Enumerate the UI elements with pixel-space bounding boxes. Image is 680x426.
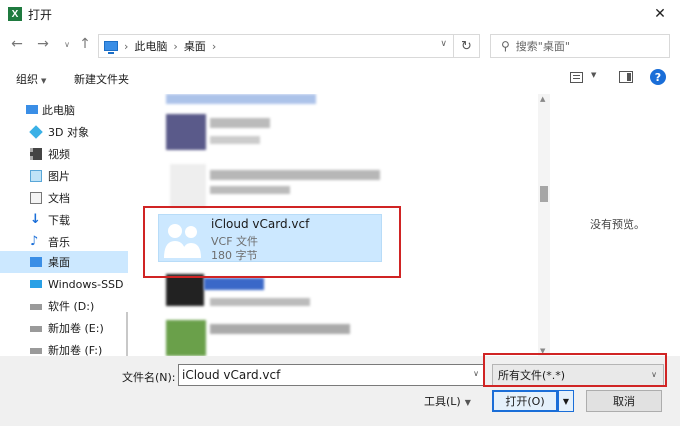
preview-pane: 没有预览。 (550, 94, 680, 356)
sidebar-item-desktop[interactable]: 桌面 (0, 251, 128, 273)
preview-pane-icon[interactable] (619, 71, 633, 83)
sidebar-item-label: 下载 (48, 214, 70, 227)
sidebar-item-pictures[interactable]: 图片 (0, 165, 128, 187)
navigation-pane: 此电脑 3D 对象 视频 图片 文档 ↓ 下载 ♪ 音乐 桌面 Windows-… (0, 94, 128, 356)
picture-icon (30, 170, 42, 182)
file-list-scrollbar[interactable]: ▲ ▼ (538, 94, 550, 356)
chevron-right-icon[interactable]: › (212, 40, 216, 53)
drive-icon (30, 304, 42, 310)
sidebar-item-this-pc[interactable]: 此电脑 (0, 99, 128, 121)
video-icon (30, 148, 42, 160)
blurred-file-item (170, 164, 206, 208)
new-folder-button[interactable]: 新建文件夹 (74, 71, 129, 87)
sidebar-item-label: 新加卷 (E:) (48, 322, 104, 335)
sidebar-item-label: Windows-SSD ( (48, 277, 128, 291)
highlight-box-file (143, 206, 401, 278)
search-icon: ⚲ (501, 39, 510, 53)
cancel-button[interactable]: 取消 (586, 390, 662, 412)
close-icon: ✕ (654, 6, 666, 22)
close-button[interactable]: ✕ (640, 0, 680, 28)
caret-down-icon: ▼ (464, 398, 471, 407)
sidebar-item-label: 此电脑 (42, 104, 75, 117)
open-options-button[interactable]: ▼ (558, 390, 574, 412)
music-icon: ♪ (30, 234, 39, 249)
sidebar-item-3d-objects[interactable]: 3D 对象 (0, 121, 128, 143)
blurred-file-item (166, 114, 206, 150)
drive-icon (30, 280, 42, 288)
drive-icon (30, 326, 42, 332)
title-bar: X 打开 ✕ (0, 0, 680, 28)
blurred-file-item (210, 324, 350, 334)
sidebar-item-documents[interactable]: 文档 (0, 187, 128, 209)
open-button[interactable]: 打开(O) (492, 390, 558, 412)
sidebar-item-label: 视频 (48, 148, 70, 161)
blurred-file-item (166, 274, 204, 306)
up-arrow-icon[interactable]: ↑ (76, 36, 94, 52)
filename-label: 文件名(N): (122, 371, 176, 384)
address-row: ← → ∨ ↑ › 此电脑 › 桌面 › ∨ ↻ ⚲ 搜索"桌面" (0, 30, 680, 62)
drive-icon (30, 348, 42, 354)
toolbar: 组织 ▼ 新建文件夹 ▼ ? (0, 64, 680, 92)
no-preview-text: 没有预览。 (590, 218, 645, 231)
desktop-icon (30, 257, 42, 267)
sidebar-item-drive-f[interactable]: 新加卷 (F:) (0, 339, 128, 356)
breadcrumb-this-pc[interactable]: 此电脑 (134, 38, 167, 54)
tools-button[interactable]: 工具(L) ▼ (424, 393, 471, 409)
search-input[interactable]: ⚲ 搜索"桌面" (490, 34, 670, 58)
blurred-file-item (210, 118, 270, 128)
pc-icon (104, 41, 118, 54)
blurred-file-item (166, 320, 206, 356)
blurred-file-item (210, 186, 290, 194)
chevron-down-icon[interactable]: ∨ (473, 369, 479, 378)
help-icon[interactable]: ? (650, 69, 666, 85)
search-placeholder: 搜索"桌面" (515, 40, 570, 53)
address-bar[interactable]: › 此电脑 › 桌面 › ∨ ↻ (98, 34, 480, 58)
forward-arrow-icon[interactable]: → (34, 36, 52, 52)
blurred-file-item (204, 278, 264, 290)
scroll-up-icon[interactable]: ▲ (540, 95, 545, 103)
caret-down-icon: ▼ (41, 77, 47, 85)
blurred-file-item (210, 298, 310, 306)
sidebar-scrollbar[interactable] (126, 312, 128, 356)
sidebar-item-label: 新加卷 (F:) (48, 344, 103, 356)
document-icon (30, 192, 42, 204)
sidebar-item-downloads[interactable]: ↓ 下载 (0, 209, 128, 231)
highlight-box-filetype (483, 353, 667, 387)
download-icon: ↓ (30, 212, 41, 227)
breadcrumb-desktop[interactable]: 桌面 (184, 38, 206, 54)
sidebar-item-windows-ssd[interactable]: Windows-SSD ( (0, 273, 128, 295)
caret-down-icon[interactable]: ▼ (591, 71, 596, 79)
recent-locations-chevron-icon[interactable]: ∨ (58, 40, 76, 49)
filename-field[interactable]: iCloud vCard.vcf ∨ (178, 364, 484, 386)
filename-value: iCloud vCard.vcf (182, 368, 281, 382)
caret-down-icon: ▼ (562, 396, 570, 406)
window-title: 打开 (28, 7, 53, 22)
excel-app-icon: X (8, 7, 22, 21)
sidebar-item-label: 3D 对象 (48, 126, 89, 139)
blurred-file-item (210, 170, 380, 180)
cube-icon (29, 125, 43, 139)
chevron-right-icon[interactable]: › (173, 40, 177, 53)
chevron-right-icon[interactable]: › (124, 40, 128, 53)
sidebar-item-videos[interactable]: 视频 (0, 143, 128, 165)
view-options-icon[interactable] (570, 72, 583, 83)
pc-icon (26, 105, 38, 114)
blurred-file-item (166, 94, 316, 104)
sidebar-item-drive-e[interactable]: 新加卷 (E:) (0, 317, 128, 339)
address-dropdown-icon[interactable]: ∨ (440, 39, 447, 49)
sidebar-item-drive-d[interactable]: 软件 (D:) (0, 295, 128, 317)
sidebar-item-label: 图片 (48, 170, 70, 183)
organize-button[interactable]: 组织 ▼ (16, 71, 46, 87)
sidebar-item-music[interactable]: ♪ 音乐 (0, 231, 128, 253)
refresh-icon[interactable]: ↻ (453, 35, 479, 57)
sidebar-item-label: 桌面 (48, 256, 70, 269)
sidebar-item-label: 文档 (48, 192, 70, 205)
scrollbar-thumb[interactable] (540, 186, 548, 202)
sidebar-item-label: 音乐 (48, 236, 70, 249)
blurred-file-item (210, 136, 260, 144)
sidebar-item-label: 软件 (D:) (48, 300, 95, 313)
back-arrow-icon[interactable]: ← (8, 36, 26, 52)
